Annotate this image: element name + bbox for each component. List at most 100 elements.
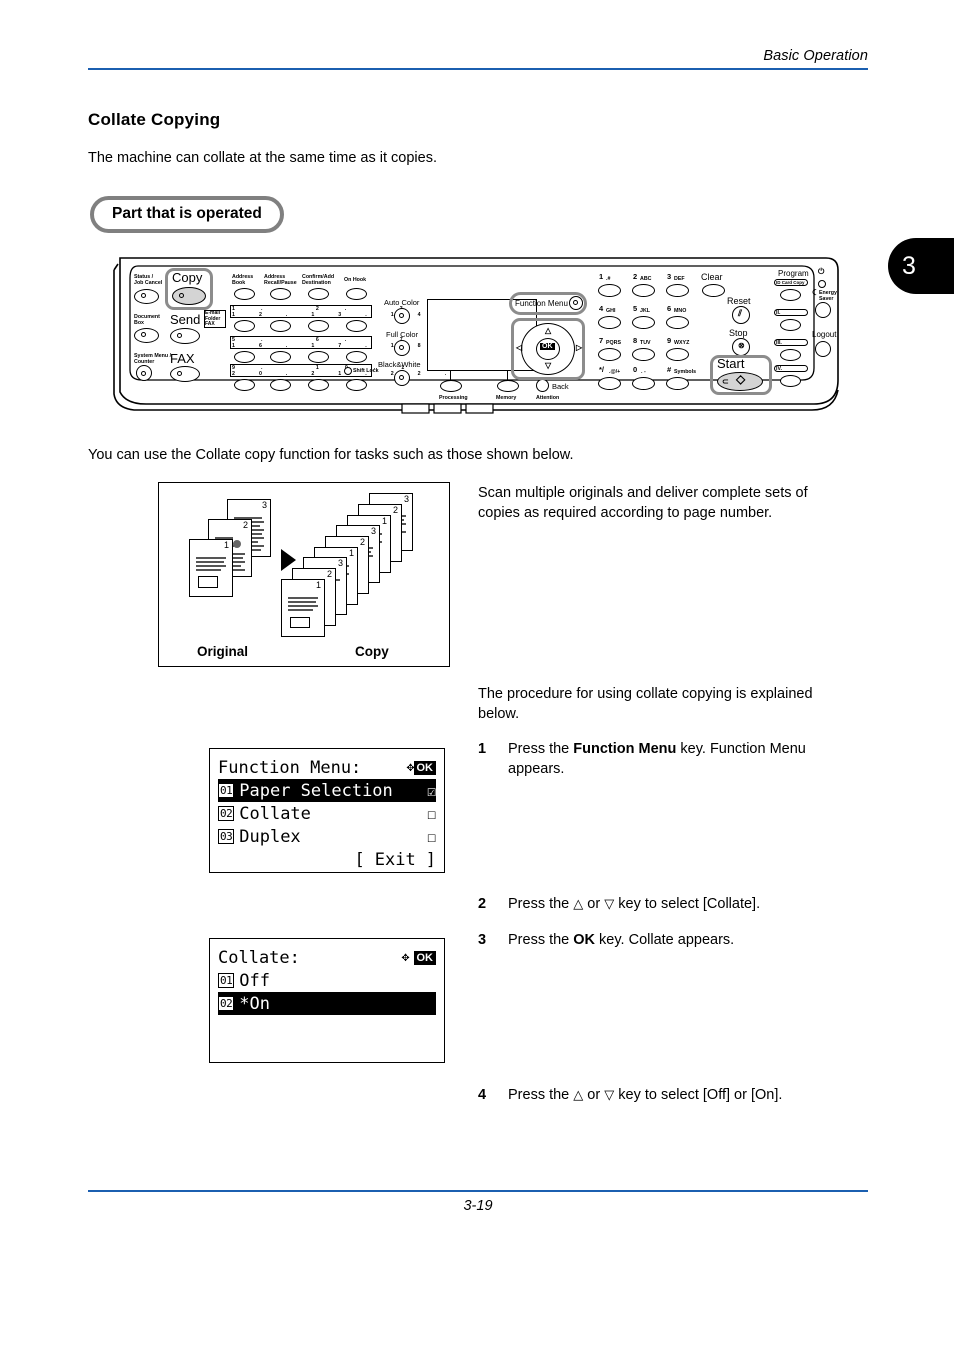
numkey-5-sub: JKL: [640, 308, 651, 314]
lcd-collate-option-index: 02: [218, 996, 235, 1011]
step-1-number: 1: [478, 741, 487, 757]
lcd-collate-title: Collate:: [218, 947, 300, 968]
soft-key-right[interactable]: [497, 380, 519, 392]
arrow-down-icon[interactable]: ▽: [545, 362, 551, 370]
numkey-hash[interactable]: [666, 377, 689, 390]
power-led: [818, 280, 826, 288]
lcd-menu-item-duplex[interactable]: 03 Duplex ☐: [218, 825, 436, 848]
document-box-led: [141, 332, 146, 337]
numkey-star[interactable]: [598, 377, 621, 390]
program-key[interactable]: [780, 289, 801, 301]
display-tick-left: [450, 371, 452, 380]
arrow-left-icon[interactable]: ◁: [516, 344, 522, 352]
step-3-text-pre: Press the: [508, 932, 574, 948]
lcd-collate-option-index: 01: [218, 973, 235, 988]
one-touch-key-11[interactable]: [308, 379, 329, 391]
auto-color-label: Auto Color: [384, 298, 420, 307]
status-job-cancel-key[interactable]: [134, 289, 159, 304]
step-3: 3 Press the OK key. Collate appears.: [478, 930, 858, 950]
numkey-6[interactable]: [666, 316, 689, 329]
attention-led: [536, 379, 549, 392]
power-icon: ⏻: [818, 267, 825, 276]
lcd-collate-option-off[interactable]: 01 Off: [218, 969, 436, 992]
lcd-function-menu-footer: [ Exit ]: [218, 848, 436, 871]
copy-set1-page2-number: 2: [326, 569, 332, 579]
one-touch-key-5[interactable]: [234, 351, 255, 363]
part-that-is-operated-callout: Part that is operated: [90, 196, 284, 233]
control-panel-illustration: Status / Job Cancel Document Box System …: [112, 252, 842, 417]
lcd-menu-item-label: Collate: [239, 803, 311, 824]
soft-key-left[interactable]: [440, 380, 462, 392]
numkey-0[interactable]: [632, 377, 655, 390]
copy-set1-page1: 1: [281, 579, 325, 637]
one-touch-key-4[interactable]: [346, 320, 367, 332]
numkey-2[interactable]: [632, 284, 655, 297]
arrow-up-icon: △: [573, 1087, 584, 1102]
lcd-function-menu: Function Menu: ✥ OK 01 Paper Selection ☑…: [209, 748, 445, 873]
document-box-label: Document Box: [134, 314, 160, 326]
confirm-add-destination-key[interactable]: [308, 288, 329, 300]
copy-key[interactable]: [172, 287, 206, 305]
step-4: 4 Press the △ or ▽ key to select [Off] o…: [478, 1085, 858, 1105]
lcd-function-menu-title: Function Menu:: [218, 757, 362, 778]
one-touch-key-1[interactable]: [234, 320, 255, 332]
numkey-star-label: */: [599, 365, 605, 374]
numkey-8-sub: TUV: [640, 340, 651, 346]
step-1-key-name: Function Menu: [573, 741, 677, 757]
one-touch-key-6[interactable]: [270, 351, 291, 363]
unchecked-box-icon: ☐: [426, 804, 436, 823]
program-key-3[interactable]: [780, 349, 801, 361]
one-touch-key-8[interactable]: [346, 351, 367, 363]
clear-key[interactable]: [702, 284, 725, 297]
lcd-menu-item-collate[interactable]: 02 Collate ☐: [218, 802, 436, 825]
lcd-collate-option-label: Off: [239, 970, 270, 991]
numkey-0-sub: . -: [641, 369, 646, 375]
exit-button[interactable]: Exit: [365, 850, 426, 870]
energy-saver-key[interactable]: [815, 302, 831, 318]
copy-label: Copy: [355, 644, 389, 659]
copy-set3-page1-number: 1: [381, 516, 387, 526]
numkey-3[interactable]: [666, 284, 689, 297]
numkey-9[interactable]: [666, 348, 689, 361]
program-strip-3-label: IV.: [776, 366, 782, 372]
one-touch-key-2[interactable]: [270, 320, 291, 332]
numkey-7[interactable]: [598, 348, 621, 361]
copy-set2-page1-number: 1: [348, 548, 354, 558]
program-key-2[interactable]: [780, 319, 801, 331]
arrow-right-icon[interactable]: ▷: [576, 344, 582, 352]
numkey-5[interactable]: [632, 316, 655, 329]
display-tick-right: [507, 371, 509, 380]
exit-bracket-left: [: [354, 849, 365, 870]
page-title: Collate Copying: [88, 110, 221, 129]
lcd-collate-option-on[interactable]: 02 *On: [218, 992, 436, 1015]
clear-key-label: Clear: [701, 272, 723, 282]
step-3-text-post: key. Collate appears.: [595, 932, 735, 948]
stop-icon: ⊗: [738, 341, 745, 350]
on-hook-key[interactable]: [346, 288, 367, 300]
ok-key-label: OK: [540, 343, 555, 350]
fax-key[interactable]: [170, 366, 200, 382]
address-book-label: Address Book: [232, 274, 254, 286]
numkey-8[interactable]: [632, 348, 655, 361]
lcd-menu-item-label: Duplex: [239, 826, 301, 847]
send-key[interactable]: [170, 328, 200, 344]
one-touch-key-12[interactable]: [346, 379, 367, 391]
numkey-2-sub: ABC: [640, 276, 652, 282]
one-touch-key-7[interactable]: [308, 351, 329, 363]
address-recall-pause-key[interactable]: [270, 288, 291, 300]
document-box-key[interactable]: [134, 328, 159, 343]
numkey-4[interactable]: [598, 316, 621, 329]
step-4-text-pre: Press the: [508, 1087, 574, 1103]
one-touch-key-9[interactable]: [234, 379, 255, 391]
step-2: 2 Press the △ or ▽ key to select [Collat…: [478, 894, 858, 914]
address-book-key[interactable]: [234, 288, 255, 300]
lcd-menu-item-paper-selection[interactable]: 01 Paper Selection ☑: [218, 779, 436, 802]
numkey-1[interactable]: [598, 284, 621, 297]
one-touch-key-10[interactable]: [270, 379, 291, 391]
one-touch-key-3[interactable]: [308, 320, 329, 332]
arrow-up-icon[interactable]: △: [545, 327, 551, 335]
program-key-4[interactable]: [780, 375, 801, 387]
logout-key[interactable]: [815, 341, 831, 357]
numkey-4-label: 4: [599, 304, 604, 313]
status-job-cancel-label: Status / Job Cancel: [134, 274, 163, 286]
